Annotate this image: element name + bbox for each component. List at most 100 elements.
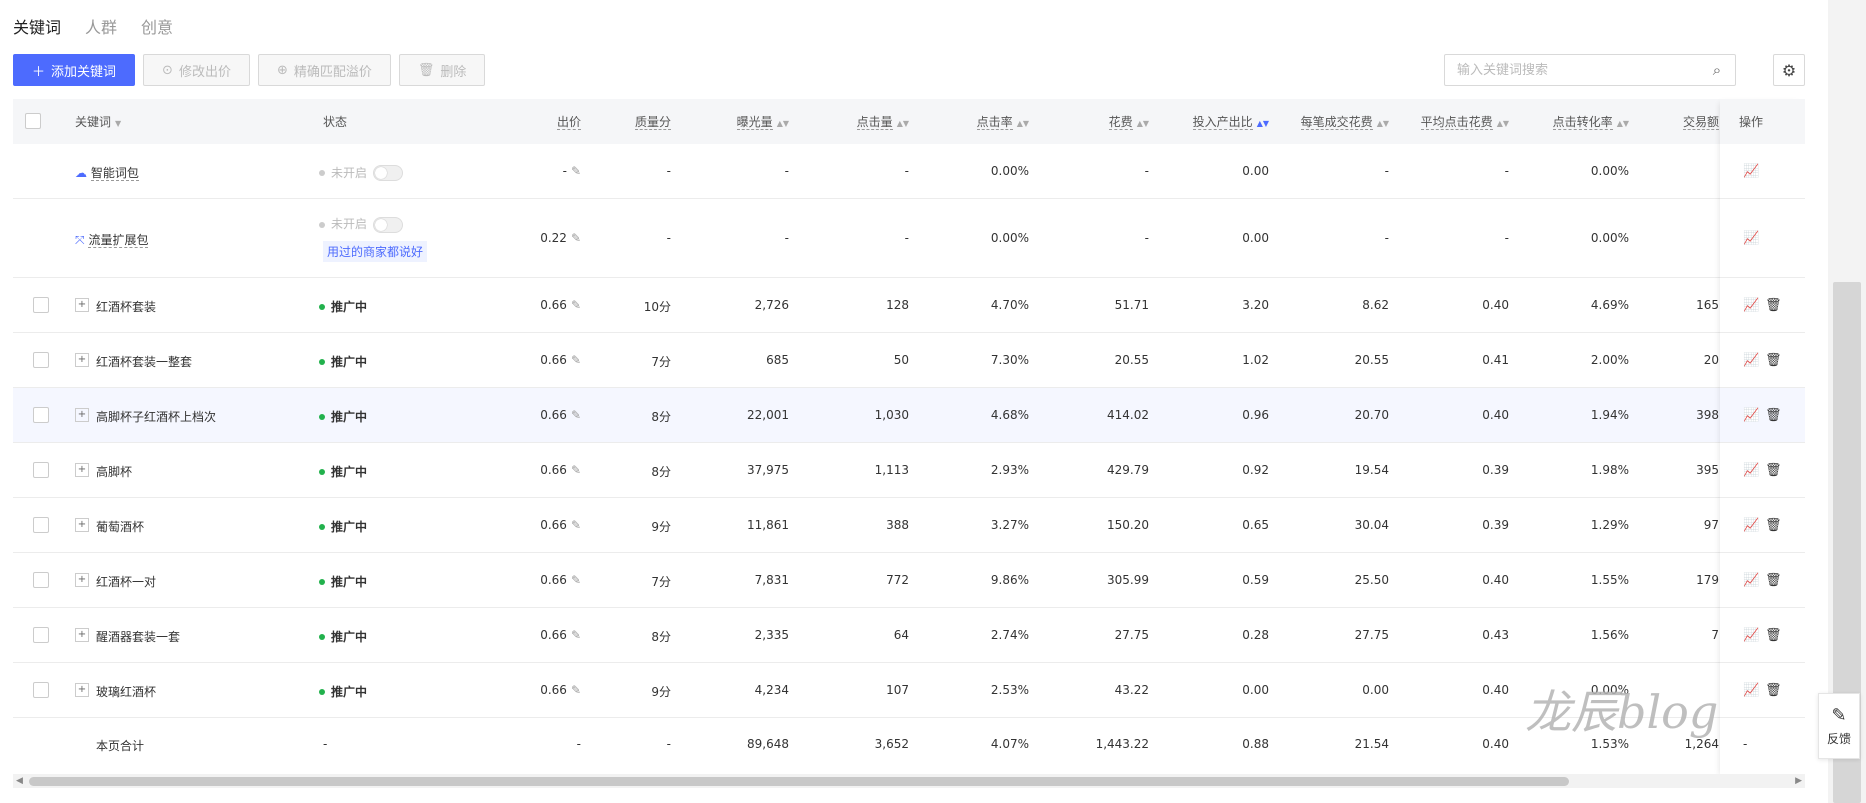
header-roi[interactable]: 投入产出比 ▲▼ xyxy=(1192,113,1269,130)
ctr-cell: 2.74% xyxy=(990,627,1029,642)
tab-keywords[interactable]: 关键词 xyxy=(13,14,61,38)
bid-cell[interactable]: 0.22 ✎ xyxy=(540,231,581,245)
expand-icon: ⤧ xyxy=(75,232,85,247)
expand-row-icon[interactable]: + xyxy=(75,518,89,532)
chart-icon[interactable]: 📈 xyxy=(1743,353,1759,368)
chart-icon[interactable]: 📈 xyxy=(1743,231,1759,246)
bid-cell[interactable]: 0.66 ✎ xyxy=(540,518,581,532)
edit-bid-button[interactable]: ⊙ 修改出价 xyxy=(143,54,250,86)
header-impressions[interactable]: 曝光量 ▲▼ xyxy=(736,113,789,130)
search-icon[interactable]: ⌕ xyxy=(1699,61,1735,79)
add-keyword-button[interactable]: ＋ 添加关键词 xyxy=(13,54,136,86)
scroll-left-icon[interactable]: ◀ xyxy=(16,774,23,788)
cost-per-order-cell: 0.00 xyxy=(1362,682,1389,697)
bid-cell[interactable]: 0.66 ✎ xyxy=(540,573,581,587)
ctr-cell: 4.68% xyxy=(990,407,1029,422)
bid-cell[interactable]: - ✎ xyxy=(563,164,581,178)
expand-row-icon[interactable]: + xyxy=(75,463,89,477)
traffic-pack-toggle[interactable] xyxy=(373,216,404,233)
chart-icon[interactable]: 📈 xyxy=(1743,298,1759,313)
header-clicks[interactable]: 点击量 ▲▼ xyxy=(856,113,909,130)
chart-icon[interactable]: 📈 xyxy=(1743,164,1759,179)
chart-icon[interactable]: 📈 xyxy=(1743,573,1759,588)
header-avg-cpc[interactable]: 平均点击花费 ▲▼ xyxy=(1420,113,1509,130)
cost-cell: 414.02 xyxy=(1107,407,1149,422)
delete-button[interactable]: 🗑 删除 xyxy=(398,54,486,86)
trash-icon[interactable]: 🗑 xyxy=(1765,518,1782,533)
roi-cell: 0.92 xyxy=(1242,462,1269,477)
expand-row-icon[interactable]: + xyxy=(75,573,89,587)
bid-cell: - xyxy=(576,737,581,751)
trash-icon[interactable]: 🗑 xyxy=(1765,683,1782,698)
cost-per-order-cell: 27.75 xyxy=(1354,627,1389,642)
bid-cell[interactable]: 0.66 ✎ xyxy=(540,353,581,367)
exact-match-premium-button[interactable]: ⊕ 精确匹配溢价 xyxy=(257,54,391,86)
expand-row-icon[interactable]: + xyxy=(75,683,89,697)
bid-cell[interactable]: 0.66 ✎ xyxy=(540,683,581,697)
ctr-cell: 0.00% xyxy=(990,163,1029,178)
filter-icon[interactable]: ▼ xyxy=(115,119,121,128)
bid-cell[interactable]: 0.66 ✎ xyxy=(540,628,581,642)
edit-icon: ✎ xyxy=(570,297,581,312)
row-checkbox[interactable] xyxy=(33,297,49,313)
sort-icon: ▲▼ xyxy=(896,119,909,128)
header-cost-per-order[interactable]: 每笔成交花费 ▲▼ xyxy=(1300,113,1389,130)
scroll-right-icon[interactable]: ▶ xyxy=(1795,774,1802,788)
trash-icon[interactable]: 🗑 xyxy=(1765,573,1782,588)
chart-icon[interactable]: 📈 xyxy=(1743,408,1759,423)
row-checkbox[interactable] xyxy=(33,517,49,533)
row-checkbox[interactable] xyxy=(33,627,49,643)
impressions-cell: 685 xyxy=(766,352,789,367)
expand-row-icon[interactable]: + xyxy=(75,298,89,312)
header-keyword[interactable]: 关键词 ▼ xyxy=(75,113,121,130)
horizontal-scrollbar[interactable]: ◀ ▶ xyxy=(13,774,1805,788)
row-checkbox[interactable] xyxy=(33,352,49,368)
select-all-checkbox[interactable] xyxy=(25,113,41,129)
header-ctr[interactable]: 点击率 ▲▼ xyxy=(976,113,1029,130)
cost-cell: 27.75 xyxy=(1114,627,1149,642)
target-icon: ⊕ xyxy=(276,62,288,78)
trash-icon[interactable]: 🗑 xyxy=(1765,463,1782,478)
ctr-cell: 2.93% xyxy=(990,462,1029,477)
feedback-button[interactable]: ✎ 反馈 xyxy=(1818,693,1860,759)
vertical-scrollbar[interactable] xyxy=(1828,0,1866,803)
chart-icon[interactable]: 📈 xyxy=(1743,628,1759,643)
expand-row-icon[interactable]: + xyxy=(75,353,89,367)
bid-cell[interactable]: 0.66 ✎ xyxy=(540,408,581,422)
status-cell: 推广中 xyxy=(319,683,367,700)
horizontal-scroll-thumb[interactable] xyxy=(29,777,1569,786)
header-cost[interactable]: 花费 ▲▼ xyxy=(1108,113,1149,130)
trash-icon[interactable]: 🗑 xyxy=(1765,628,1782,643)
impressions-cell: 7,831 xyxy=(754,572,789,587)
row-checkbox[interactable] xyxy=(33,462,49,478)
expand-row-icon[interactable]: + xyxy=(75,408,89,422)
expand-row-icon[interactable]: + xyxy=(75,628,89,642)
avg-cpc-cell: 0.40 xyxy=(1482,297,1509,312)
row-checkbox[interactable] xyxy=(33,572,49,588)
tab-creative[interactable]: 创意 xyxy=(141,14,173,38)
column-settings-button[interactable]: ⚙ xyxy=(1773,54,1805,86)
quality-cell: 9分 xyxy=(651,519,671,534)
edit-icon: ✎ xyxy=(570,462,581,477)
trash-icon[interactable]: 🗑 xyxy=(1765,408,1782,423)
chart-icon[interactable]: 📈 xyxy=(1743,463,1759,478)
header-cvr[interactable]: 点击转化率 ▲▼ xyxy=(1552,113,1629,130)
avg-cpc-cell: 0.41 xyxy=(1482,352,1509,367)
tab-audience[interactable]: 人群 xyxy=(85,14,117,38)
search-input[interactable] xyxy=(1445,56,1699,84)
trash-icon[interactable]: 🗑 xyxy=(1765,353,1782,368)
delete-label: 删除 xyxy=(440,64,467,80)
row-checkbox[interactable] xyxy=(33,407,49,423)
table-row: + 醒酒器套装一套 推广中 0.66 ✎ 8分 2,335 64 2.74% 27.75 0.28 2… xyxy=(13,608,1805,663)
chart-icon[interactable]: 📈 xyxy=(1743,518,1759,533)
clicks-cell: 772 xyxy=(886,572,909,587)
bid-cell[interactable]: 0.66 ✎ xyxy=(540,298,581,312)
smart-pack-toggle[interactable] xyxy=(373,165,404,181)
header-gmv[interactable]: 交易额 xyxy=(1682,113,1719,130)
row-checkbox[interactable] xyxy=(33,682,49,698)
sort-icon: ▲▼ xyxy=(1616,119,1629,128)
gmv-cell: 7 xyxy=(1711,627,1719,642)
chart-icon[interactable]: 📈 xyxy=(1743,683,1759,698)
trash-icon[interactable]: 🗑 xyxy=(1765,298,1782,313)
bid-cell[interactable]: 0.66 ✎ xyxy=(540,463,581,477)
